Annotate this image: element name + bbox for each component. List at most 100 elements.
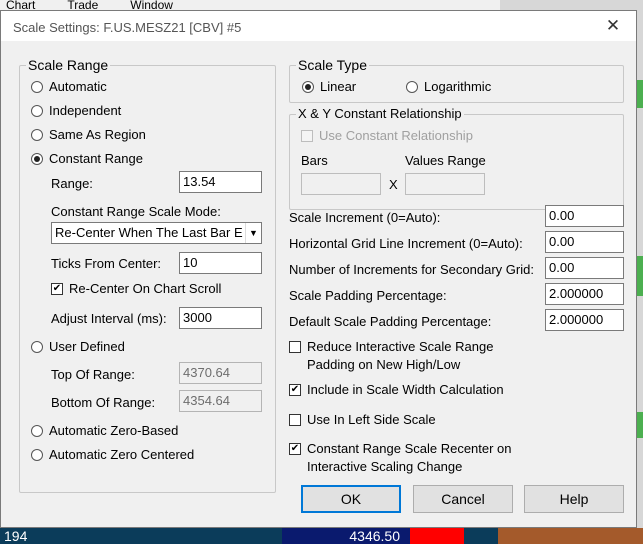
radio-label: Automatic Zero Centered (49, 447, 195, 462)
radio-same-as-region[interactable]: Same As Region (31, 127, 146, 142)
radio-automatic-zero-centered[interactable]: Automatic Zero Centered (31, 447, 194, 462)
radio-automatic[interactable]: Automatic (31, 79, 107, 94)
ok-button[interactable]: OK (301, 485, 401, 513)
constant-range-mode-select[interactable]: Re-Center When The Last Bar E ▼ (51, 222, 262, 244)
bottom-of-range-input: 4354.64 (179, 390, 262, 412)
default-scale-padding-input[interactable]: 2.000000 (545, 309, 624, 331)
radio-independent[interactable]: Independent (31, 103, 121, 118)
scale-range-group: Scale Range Automatic Independent Same A… (19, 57, 276, 493)
radio-label: Automatic (49, 79, 107, 94)
radio-label: Logarithmic (424, 79, 492, 94)
ticks-label: Ticks From Center: (51, 256, 162, 271)
radio-label: Same As Region (49, 127, 146, 142)
ticks-input[interactable]: 10 (179, 252, 262, 274)
dialog-title: Scale Settings: F.US.MESZ21 [CBV] #5 (13, 20, 242, 35)
bottom-of-range-label: Bottom Of Range: (51, 395, 156, 410)
values-range-input (405, 173, 485, 195)
radio-dot (31, 104, 43, 117)
use-constant-relationship-checkbox[interactable]: Use Constant Relationship (301, 127, 473, 145)
checkbox-box (289, 341, 301, 353)
radio-label: Linear (320, 79, 357, 94)
radio-automatic-zero-based[interactable]: Automatic Zero-Based (31, 423, 178, 438)
checkbox-box (51, 283, 63, 295)
checkbox-box (289, 443, 301, 455)
radio-constant-range[interactable]: Constant Range (31, 151, 143, 166)
checkbox-label: Include in Scale Width Calculation (307, 382, 504, 397)
recenter-scroll-checkbox[interactable]: Re-Center On Chart Scroll (51, 280, 221, 298)
chart-texture-area (498, 528, 643, 544)
scale-increment-input[interactable]: 0.00 (545, 205, 624, 227)
checkbox-label: Use In Left Side Scale (307, 412, 436, 427)
bars-input (301, 173, 381, 195)
default-scale-padding-label: Default Scale Padding Percentage: (289, 314, 492, 329)
checkbox-label: Constant Range Scale Recenter on Interact… (307, 440, 512, 476)
checkbox-label-line1: Reduce Interactive Scale Range (307, 339, 494, 354)
radio-dot-selected (31, 152, 43, 165)
checkbox-box (301, 130, 313, 142)
secondary-grid-input[interactable]: 0.00 (545, 257, 624, 279)
scale-padding-label: Scale Padding Percentage: (289, 288, 447, 303)
help-button[interactable]: Help (524, 485, 624, 513)
reduce-interactive-padding-checkbox[interactable]: Reduce Interactive Scale Range Padding on… (289, 338, 493, 374)
checkbox-label-line2: Interactive Scaling Change (307, 459, 463, 474)
xy-constant-relationship-group: X & Y Constant Relationship Use Constant… (289, 106, 624, 210)
radio-dot (31, 128, 43, 141)
radio-label: Constant Range (49, 151, 143, 166)
scale-padding-input[interactable]: 2.000000 (545, 283, 624, 305)
radio-label: Independent (49, 103, 122, 118)
hgrid-increment-input[interactable]: 0.00 (545, 231, 624, 253)
values-range-label: Values Range (405, 153, 486, 168)
top-of-range-label: Top Of Range: (51, 367, 135, 382)
adjust-interval-input[interactable]: 3000 (179, 307, 262, 329)
cancel-button[interactable]: Cancel (413, 485, 513, 513)
radio-dot (31, 424, 43, 437)
radio-label: User Defined (49, 339, 125, 354)
checkbox-label: Reduce Interactive Scale Range Padding on… (307, 338, 493, 374)
chart-status-bar: 194 4346.50 (0, 528, 643, 544)
adjust-interval-label: Adjust Interval (ms): (51, 311, 167, 326)
top-of-range-input: 4370.64 (179, 362, 262, 384)
scale-type-legend: Scale Type (296, 57, 370, 73)
hgrid-increment-label: Horizontal Grid Line Increment (0=Auto): (289, 236, 523, 251)
checkbox-label: Re-Center On Chart Scroll (69, 281, 222, 296)
checkbox-label-line1: Constant Range Scale Recenter on (307, 441, 512, 456)
xy-legend: X & Y Constant Relationship (296, 106, 464, 121)
include-scale-width-checkbox[interactable]: Include in Scale Width Calculation (289, 381, 504, 399)
radio-dot-selected (302, 80, 314, 93)
menu-trade[interactable]: Trade (67, 0, 124, 10)
close-icon[interactable]: ✕ (604, 17, 622, 35)
status-left-value: 194 (4, 528, 28, 544)
multiply-x-label: X (389, 177, 398, 192)
radio-dot (31, 448, 43, 461)
status-navy-block (282, 528, 342, 544)
range-label: Range: (51, 176, 93, 191)
app-menu-bar: Chart Trade Window (0, 0, 500, 10)
bars-label: Bars (301, 153, 328, 168)
menu-chart[interactable]: Chart (6, 0, 61, 10)
menu-window[interactable]: Window (130, 0, 199, 10)
select-value: Re-Center When The Last Bar E (55, 225, 243, 240)
scale-increment-label: Scale Increment (0=Auto): (289, 210, 441, 225)
range-input[interactable]: 13.54 (179, 171, 262, 193)
checkbox-label: Use Constant Relationship (319, 128, 473, 143)
scale-settings-dialog: Scale Settings: F.US.MESZ21 [CBV] #5 ✕ S… (0, 10, 637, 528)
radio-dot (31, 340, 43, 353)
checkbox-label-line2: Padding on New High/Low (307, 357, 461, 372)
scale-type-group: Scale Type Linear Logarithmic (289, 57, 624, 103)
radio-label: Automatic Zero-Based (49, 423, 179, 438)
dialog-titlebar[interactable]: Scale Settings: F.US.MESZ21 [CBV] #5 ✕ (1, 11, 636, 41)
status-price: 4346.50 (342, 528, 410, 544)
chevron-down-icon[interactable]: ▼ (245, 223, 261, 243)
mode-label: Constant Range Scale Mode: (51, 204, 221, 219)
secondary-grid-label: Number of Increments for Secondary Grid: (289, 262, 534, 277)
radio-dot (31, 80, 43, 93)
scale-range-legend: Scale Range (26, 57, 111, 73)
checkbox-box (289, 384, 301, 396)
radio-dot (406, 80, 418, 93)
constant-range-recenter-checkbox[interactable]: Constant Range Scale Recenter on Interact… (289, 440, 512, 476)
radio-linear[interactable]: Linear (302, 79, 356, 94)
radio-user-defined[interactable]: User Defined (31, 339, 125, 354)
left-side-scale-checkbox[interactable]: Use In Left Side Scale (289, 411, 436, 429)
status-red-block (410, 528, 464, 544)
radio-logarithmic[interactable]: Logarithmic (406, 79, 491, 94)
